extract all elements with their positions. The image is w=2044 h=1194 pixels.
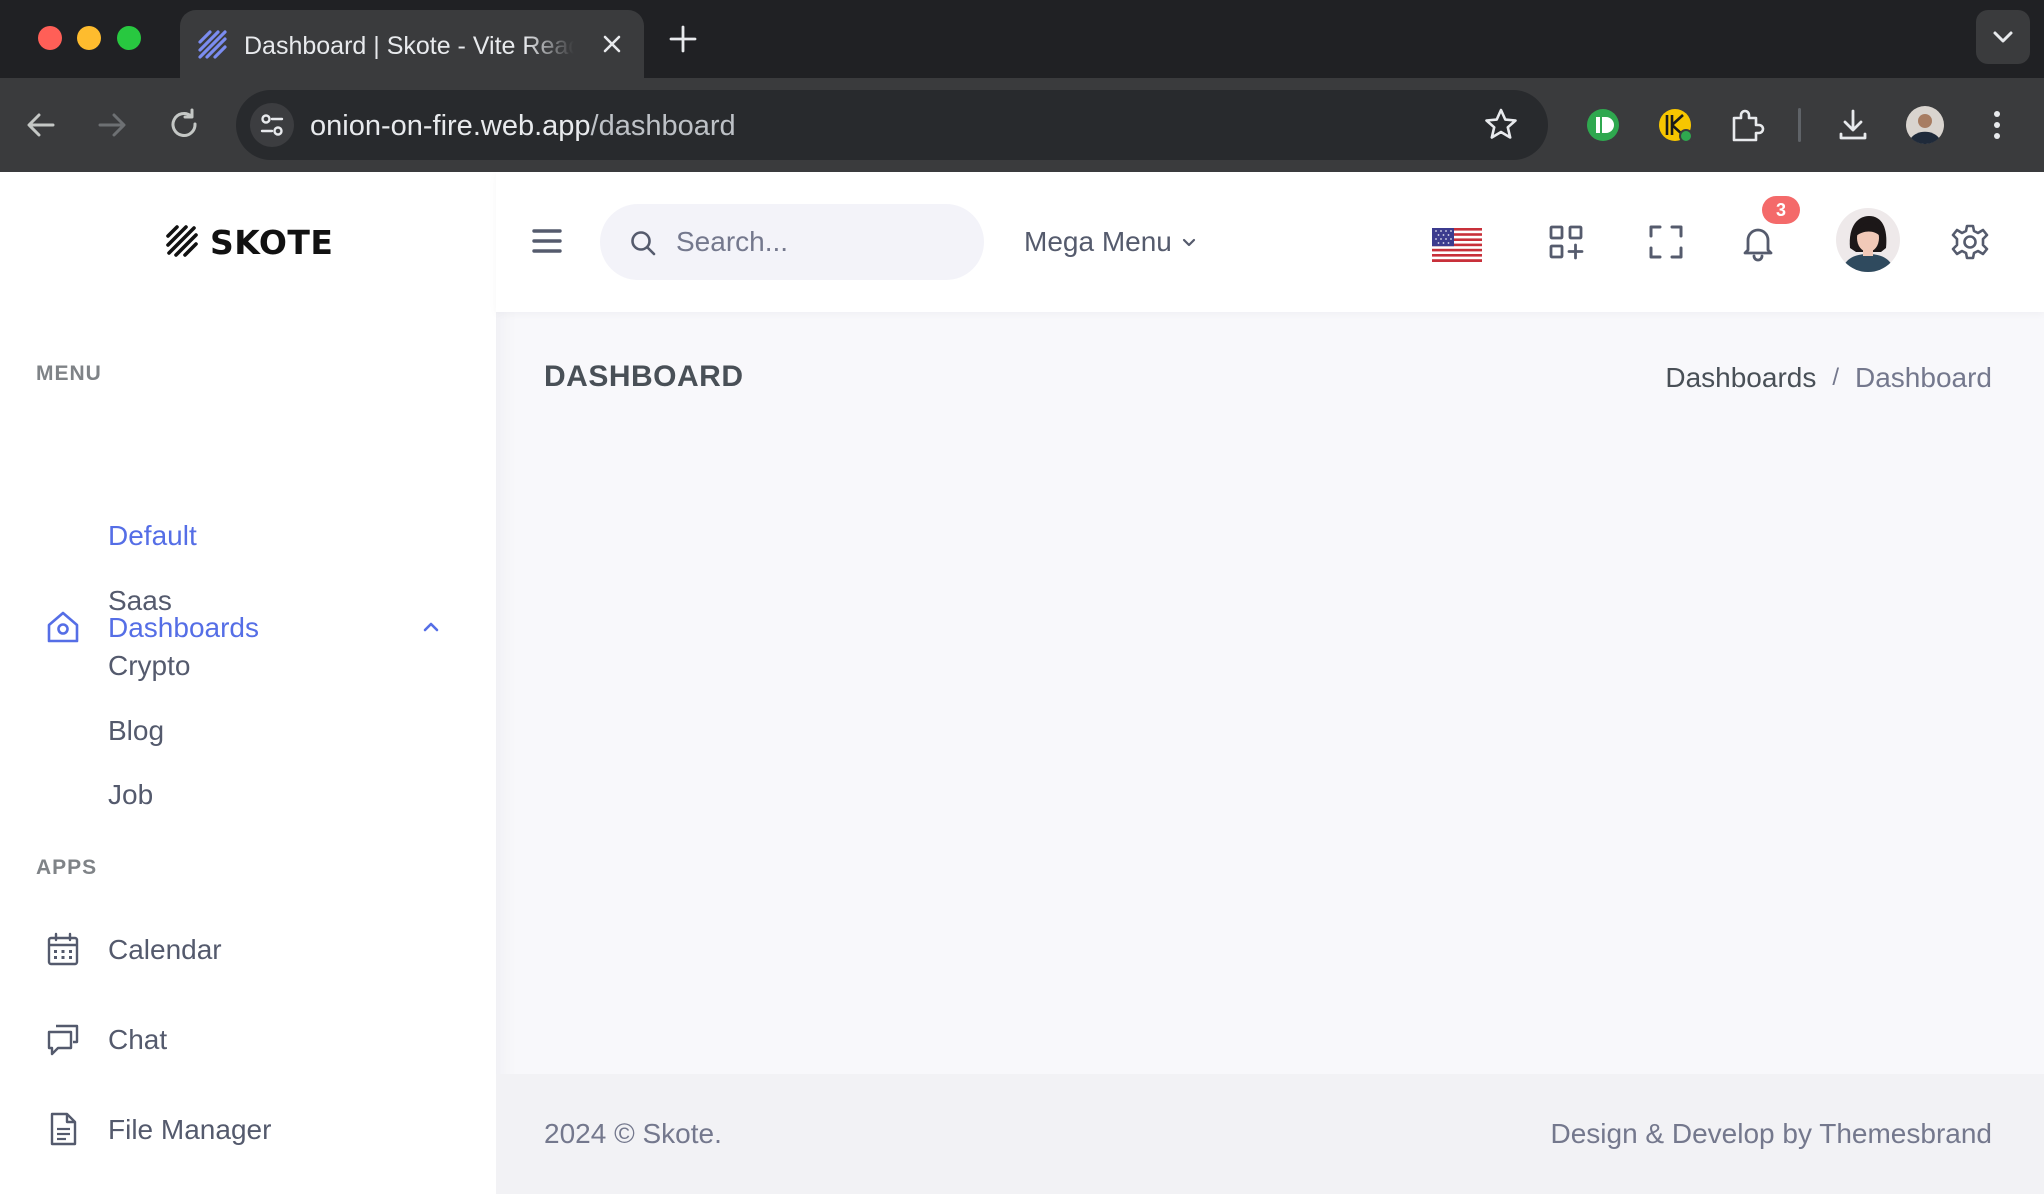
breadcrumb-current: Dashboard — [1855, 362, 1992, 393]
browser-menu-icon[interactable] — [1972, 100, 2022, 150]
notification-count-badge: 3 — [1762, 196, 1800, 224]
sidebar-item-label: Chat — [108, 1024, 168, 1055]
mega-menu-dropdown[interactable]: Mega Menu — [1024, 222, 1198, 262]
gear-icon — [1951, 224, 1989, 260]
sidebar-item-label: Calendar — [108, 934, 222, 965]
top-header: Mega Menu — [496, 172, 2044, 312]
sidebar-subitem-saas[interactable]: Saas — [108, 585, 172, 617]
url-text: onion-on-fire.web.app/dashboard — [310, 110, 736, 143]
breadcrumb: Dashboards / Dashboard — [1665, 362, 1992, 394]
app-logo[interactable]: SKOTE — [164, 222, 333, 262]
search-input[interactable] — [676, 222, 966, 262]
sidebar-item-chat[interactable]: Chat — [0, 1008, 496, 1068]
sidebar-item-label: File Manager — [108, 1114, 272, 1145]
user-avatar[interactable] — [1836, 208, 1900, 272]
browser-tab-active[interactable]: Dashboard | Skote - Vite React — [180, 10, 644, 78]
apps-grid-plus-icon — [1549, 225, 1584, 260]
calendar-icon — [47, 932, 79, 966]
tab-close-icon[interactable] — [596, 28, 628, 60]
sidebar-item-calendar[interactable]: Calendar — [0, 918, 496, 978]
chevron-down-icon — [1993, 31, 2013, 43]
sidebar: SKOTE MENU Dashboards Default Saas Crypt… — [0, 172, 496, 1194]
home-icon — [47, 611, 79, 643]
search-icon — [631, 231, 656, 256]
user-photo-icon — [1836, 208, 1900, 272]
fullscreen-button[interactable] — [1634, 210, 1698, 274]
logo-text: SKOTE — [210, 222, 334, 262]
sidebar-subitem-job[interactable]: Job — [108, 779, 153, 811]
window-close-button[interactable] — [38, 26, 62, 50]
apps-section-title: APPS — [36, 856, 98, 879]
browser-titlebar: Dashboard | Skote - Vite React — [0, 0, 2044, 78]
sidebar-subitem-blog[interactable]: Blog — [108, 715, 164, 747]
settings-button[interactable] — [1938, 210, 2002, 274]
window-minimize-button[interactable] — [77, 26, 101, 50]
mega-menu-label: Mega Menu — [1024, 226, 1172, 257]
site-info-button[interactable] — [250, 103, 294, 147]
hamburger-menu-icon[interactable] — [530, 224, 564, 258]
tab-title: Dashboard | Skote - Vite React — [244, 32, 574, 60]
skote-logo-icon — [166, 225, 198, 257]
chevron-down-icon — [1182, 238, 1195, 247]
back-arrow-icon[interactable] — [21, 105, 61, 145]
reload-icon[interactable] — [164, 105, 204, 145]
chat-icon — [47, 1024, 79, 1056]
extensions-puzzle-icon[interactable] — [1722, 100, 1772, 150]
profile-avatar-icon[interactable] — [1900, 100, 1950, 150]
search-box — [600, 204, 984, 280]
tune-icon — [260, 114, 284, 136]
tab-search-button[interactable] — [1976, 10, 2030, 64]
url-host: onion-on-fire.web.app — [310, 110, 591, 142]
footer-credit: Design & Develop by Themesbrand — [1550, 1118, 1992, 1149]
sidebar-item-file-manager[interactable]: File Manager — [0, 1098, 496, 1158]
chevron-up-icon — [423, 622, 439, 632]
address-bar[interactable]: onion-on-fire.web.app/dashboard — [236, 90, 1548, 160]
breadcrumb-dashboards-link[interactable]: Dashboards — [1665, 362, 1816, 394]
file-icon — [50, 1112, 77, 1146]
fullscreen-icon — [1649, 225, 1683, 259]
apps-grid-button[interactable] — [1534, 210, 1598, 274]
page-footer: 2024 © Skote. Design & Develop by Themes… — [496, 1074, 2044, 1194]
extension-keeper-icon[interactable] — [1650, 100, 1700, 150]
sidebar-subitem-default[interactable]: Default — [108, 520, 197, 552]
bell-icon — [1743, 228, 1773, 262]
bookmark-star-icon[interactable] — [1482, 106, 1520, 144]
new-tab-icon[interactable] — [666, 22, 700, 56]
breadcrumb-separator: / — [1832, 364, 1840, 391]
forward-arrow-icon[interactable] — [92, 105, 132, 145]
us-flag-icon[interactable] — [1432, 228, 1482, 262]
url-path: /dashboard — [590, 110, 736, 142]
sidebar-item-dashboards[interactable]: Dashboards — [0, 596, 496, 656]
browser-toolbar: onion-on-fire.web.app/dashboard — [0, 78, 2044, 172]
page-title: DASHBOARD — [544, 360, 744, 393]
footer-copyright: 2024 © Skote. — [544, 1118, 722, 1149]
download-icon[interactable] — [1828, 100, 1878, 150]
menu-section-title: MENU — [36, 362, 102, 385]
extension-id-icon[interactable] — [1578, 100, 1628, 150]
window-zoom-button[interactable] — [117, 26, 141, 50]
page-viewport: SKOTE MENU Dashboards Default Saas Crypt… — [0, 172, 2044, 1194]
skote-favicon-icon — [198, 30, 227, 59]
toolbar-divider — [1798, 108, 1801, 142]
sidebar-subitem-crypto[interactable]: Crypto — [108, 650, 190, 682]
